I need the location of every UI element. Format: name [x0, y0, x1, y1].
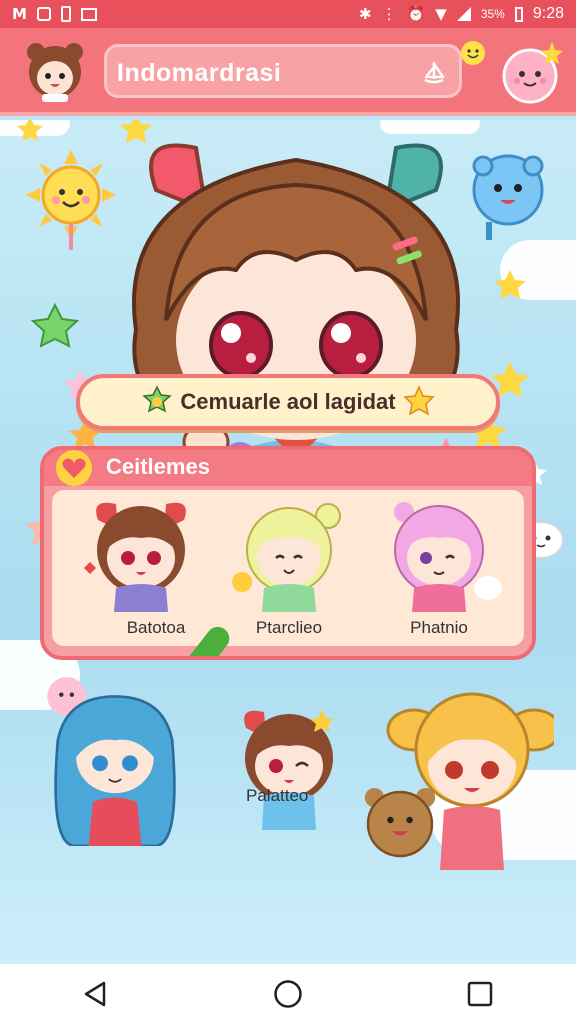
vibrate-icon: ⋮	[381, 5, 397, 23]
profile-avatar[interactable]	[22, 38, 88, 104]
status-bar: M ✱ ⋮ ⏰ ▼ 35% 9:28	[0, 0, 576, 28]
action-banner-button[interactable]: Cemuarle aol lagidat	[76, 374, 500, 430]
home-button[interactable]	[264, 970, 312, 1018]
character-blonde-hair	[232, 503, 341, 612]
smiley-badge-icon	[461, 41, 485, 65]
favorite-label: Batotoa	[126, 618, 186, 637]
favorite-label: Phatnio	[410, 618, 468, 637]
card-title: Ceitlemes	[106, 454, 210, 479]
favorite-item-3[interactable]: Phatnio	[374, 492, 504, 646]
sim-icon	[60, 6, 71, 22]
recents-button[interactable]	[456, 970, 504, 1018]
battery-icon	[514, 6, 523, 22]
character-brown-hair-wink[interactable]	[224, 700, 354, 830]
character-brown-hair	[84, 502, 186, 612]
clock: 9:28	[532, 5, 564, 22]
home-circle-icon	[274, 980, 302, 1008]
wifi-icon: ▼	[435, 5, 447, 23]
status-left: M	[12, 5, 97, 23]
favorites-card: Ceitlemes Batotoa Ptarclieo Phatnio	[40, 446, 536, 660]
search-bar[interactable]: Indomardrasi	[104, 44, 462, 98]
back-button[interactable]	[72, 970, 120, 1018]
system-nav-bar	[0, 964, 576, 1024]
bluetooth-icon: ✱	[359, 5, 372, 23]
search-input-text[interactable]: Indomardrasi	[117, 59, 281, 88]
status-right: ✱ ⋮ ⏰ ▼ 35% 9:28	[359, 5, 564, 23]
character-gallery: Palatteo	[0, 670, 576, 870]
card-header: Ceitlemes	[44, 450, 532, 486]
favorite-item-1[interactable]: Batotoa	[76, 492, 230, 656]
favorite-label: Ptarclieo	[255, 618, 323, 637]
character-teal-hair[interactable]	[40, 670, 190, 846]
notification-m-icon: M	[12, 5, 27, 23]
gallery-label: Palatteo	[246, 786, 309, 805]
signal-icon	[456, 7, 471, 21]
flower-badge-icon	[142, 385, 173, 413]
app-notification-icon	[36, 7, 51, 21]
character-bear[interactable]	[360, 780, 440, 860]
banner-label: Cemuarle aol lagidat	[180, 389, 396, 414]
alarm-icon: ⏰	[406, 5, 426, 23]
pink-mascot-icon[interactable]	[500, 38, 568, 106]
character-pink-hair	[394, 502, 502, 612]
heart-icon	[56, 450, 92, 486]
favorite-item-2[interactable]: Ptarclieo	[224, 492, 354, 646]
star-badge-icon	[402, 385, 435, 416]
gallery-icon	[80, 7, 97, 21]
sail-icon[interactable]	[421, 59, 447, 85]
battery-percent: 35%	[480, 7, 505, 21]
favorites-list: Batotoa Ptarclieo Phatnio	[52, 490, 524, 656]
recents-square-icon	[467, 981, 493, 1007]
app-header: Indomardrasi	[0, 28, 576, 116]
back-triangle-icon	[84, 981, 106, 1007]
